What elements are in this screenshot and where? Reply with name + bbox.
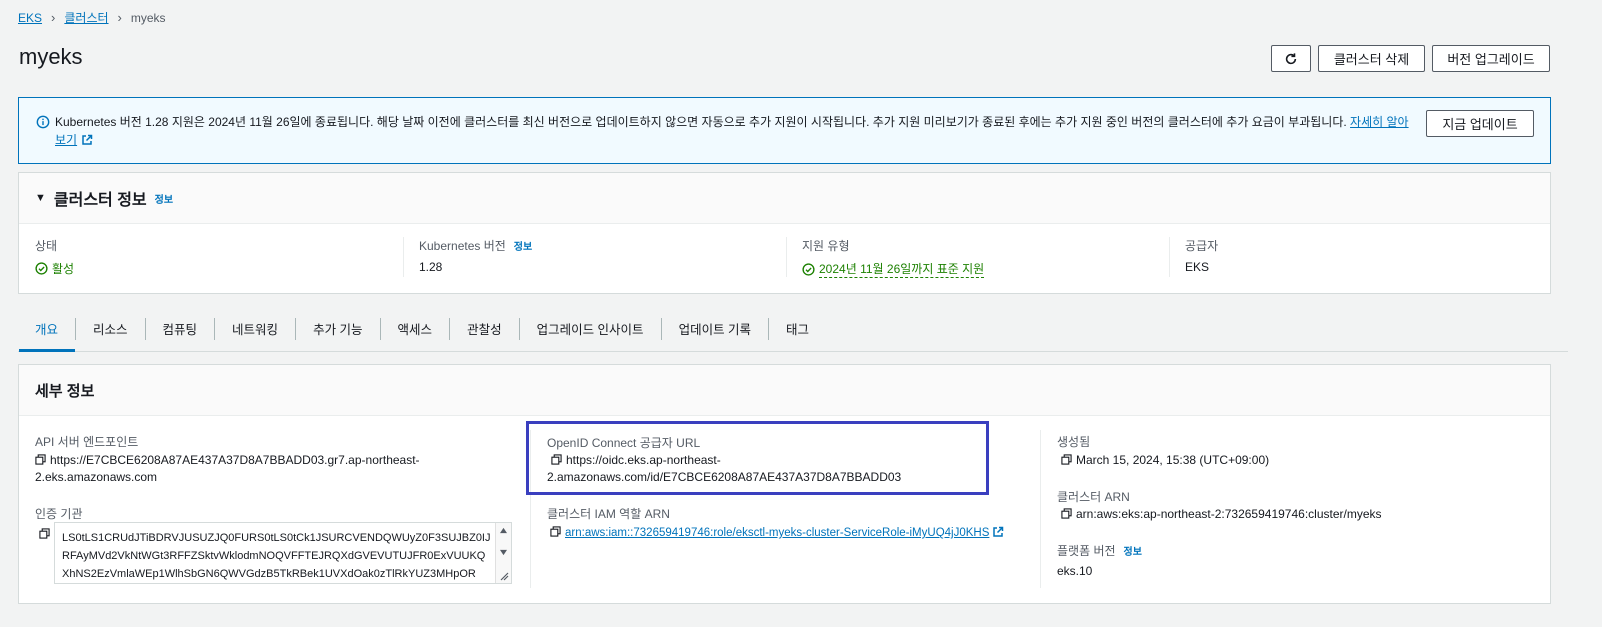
platform-version-label-row: 플랫폼 버전 정보	[1057, 542, 1142, 559]
status-label: 상태	[35, 239, 58, 253]
platform-version-value: eks.10	[1057, 564, 1093, 578]
chevron-right-icon: ›	[51, 10, 56, 25]
breadcrumb-eks-link[interactable]: EKS	[18, 11, 42, 25]
cluster-arn-value-row: arn:aws:eks:ap-northeast-2:732659419746:…	[1061, 506, 1382, 523]
platform-version-label: 플랫폼 버전	[1057, 544, 1116, 558]
status-value: 활성	[52, 262, 75, 276]
support-type-field: 지원 유형 2024년 11월 26일까지 표준 지원	[802, 237, 985, 278]
ca-label: 인증 기관	[35, 507, 83, 521]
divider	[1169, 237, 1170, 277]
k8s-version-label-row: Kubernetes 버전 정보	[419, 237, 532, 254]
page-title: myeks	[19, 44, 83, 69]
support-type-value[interactable]: 2024년 11월 26일까지 표준 지원	[819, 260, 985, 278]
api-endpoint-line-2: 2.eks.amazonaws.com	[35, 470, 158, 484]
check-circle-icon	[35, 262, 48, 275]
details-title: 세부 정보	[35, 382, 95, 400]
check-circle-icon	[802, 262, 815, 276]
cluster-arn-value: arn:aws:eks:ap-northeast-2:732659419746:…	[1076, 507, 1382, 521]
tab-compute[interactable]: 컴퓨팅	[146, 317, 216, 340]
divider	[403, 237, 404, 277]
iam-role-link[interactable]: arn:aws:iam::732659419746:role/eksctl-my…	[565, 527, 989, 539]
platform-info-link[interactable]: 정보	[1124, 547, 1142, 558]
api-endpoint-value: https://E7CBCE6208A87AE437A37D8A7BBADD03…	[35, 452, 515, 486]
created-value-row: March 15, 2024, 15:38 (UTC+09:00)	[1061, 452, 1269, 469]
iam-role-label: 클러스터 IAM 역할 ARN	[547, 507, 670, 521]
copy-icon[interactable]	[35, 454, 46, 465]
support-type-value-row: 2024년 11월 26일까지 표준 지원	[802, 260, 985, 278]
scroll-down-icon[interactable]	[499, 549, 508, 556]
ca-line: LS0tLS1CRUdJTiBDRVJUSUZJQ0FURS0tLS0tCk1J…	[62, 532, 491, 544]
active-tab-indicator	[19, 349, 75, 352]
iam-role-value: arn:aws:iam::732659419746:role/eksctl-my…	[550, 524, 1030, 542]
tab-add-ons[interactable]: 추가 기능	[296, 317, 381, 340]
delete-cluster-button[interactable]: 클러스터 삭제	[1318, 45, 1425, 72]
copy-icon[interactable]	[1061, 508, 1072, 519]
tab-overview[interactable]: 개요	[18, 317, 77, 340]
breadcrumb: EKS › 클러스터 › myeks	[18, 9, 166, 26]
status-field: 상태 활성	[35, 237, 74, 277]
copy-icon[interactable]	[39, 528, 50, 539]
external-link-icon	[993, 526, 1004, 537]
chevron-right-icon: ›	[117, 10, 122, 25]
tab-resources[interactable]: 리소스	[76, 317, 146, 340]
cluster-info-info-link[interactable]: 정보	[155, 191, 173, 206]
highlight-box	[526, 421, 989, 495]
column-divider	[1040, 430, 1041, 588]
k8s-version-value: 1.28	[419, 260, 443, 274]
api-endpoint-label: API 서버 엔드포인트	[35, 435, 139, 449]
tab-networking[interactable]: 네트워킹	[215, 317, 297, 340]
provider-label: 공급자	[1185, 239, 1219, 253]
cluster-info-header[interactable]: ▼ 클러스터 정보 정보	[19, 173, 1550, 224]
ca-textarea[interactable]: LS0tLS1CRUdJTiBDRVJUSUZJQ0FURS0tLS0tCk1J…	[54, 522, 512, 584]
ca-scrollbar[interactable]	[495, 523, 511, 583]
tab-upgrade-insights[interactable]: 업그레이드 인사이트	[520, 317, 662, 340]
k8s-info-link[interactable]: 정보	[514, 242, 532, 253]
external-link-icon	[82, 134, 93, 145]
created-label: 생성됨	[1057, 435, 1091, 449]
breadcrumb-current: myeks	[130, 10, 166, 25]
created-value: March 15, 2024, 15:38 (UTC+09:00)	[1076, 453, 1270, 467]
ca-line: XhNS2EzVmlaWEp1WlhSbGN6QWVGdzB5TkRBek1UV…	[62, 568, 476, 580]
update-now-button[interactable]: 지금 업데이트	[1426, 110, 1534, 137]
copy-icon[interactable]	[550, 526, 561, 537]
refresh-icon	[1285, 52, 1297, 64]
cluster-info-panel: ▼ 클러스터 정보 정보 상태 활성 Kubernetes 버전 정보 1.28 …	[18, 172, 1551, 294]
alert-text: Kubernetes 버전 1.28 지원은 2024년 11월 26일에 종료…	[55, 115, 1347, 129]
scroll-up-icon[interactable]	[499, 527, 508, 534]
tab-update-history[interactable]: 업데이트 기록	[662, 317, 770, 340]
k8s-version-label: Kubernetes 버전	[419, 239, 506, 253]
copy-icon[interactable]	[1061, 454, 1072, 465]
resize-handle-icon[interactable]	[499, 571, 509, 581]
ca-content: LS0tLS1CRUdJTiBDRVJUSUZJQ0FURS0tLS0tCk1J…	[62, 529, 491, 583]
divider	[786, 237, 787, 277]
support-type-label: 지원 유형	[802, 239, 850, 253]
caret-down-icon: ▼	[35, 192, 46, 204]
k8s-version-field: Kubernetes 버전 정보 1.28	[419, 237, 532, 277]
cluster-info-title: 클러스터 정보	[53, 192, 147, 209]
info-icon	[36, 115, 50, 129]
provider-value: EKS	[1185, 260, 1210, 274]
details-header: 세부 정보	[19, 365, 1550, 416]
ca-line: RFAyMVd2VkNtWGt3RFFZSktvWklodmNOQVFFTEJR…	[62, 550, 486, 562]
refresh-button[interactable]	[1271, 45, 1311, 72]
tab-tags[interactable]: 태그	[769, 318, 826, 340]
cluster-arn-label: 클러스터 ARN	[1057, 490, 1130, 504]
tab-access[interactable]: 액세스	[381, 317, 451, 340]
upgrade-version-button[interactable]: 버전 업그레이드	[1432, 45, 1550, 72]
status-value-row: 활성	[35, 260, 74, 277]
alert-message: Kubernetes 버전 1.28 지원은 2024년 11월 26일에 종료…	[55, 113, 1415, 149]
api-endpoint-line-1: https://E7CBCE6208A87AE437A37D8A7BBADD03…	[50, 453, 420, 467]
tab-observability[interactable]: 관찰성	[450, 317, 520, 340]
breadcrumb-clusters-link[interactable]: 클러스터	[64, 9, 108, 26]
version-support-alert: Kubernetes 버전 1.28 지원은 2024년 11월 26일에 종료…	[18, 97, 1551, 164]
provider-field: 공급자 EKS	[1185, 237, 1218, 277]
tab-bar: 개요 리소스 컴퓨팅 네트워킹 추가 기능 액세스 관찰성 업그레이드 인사이트…	[18, 306, 1568, 352]
